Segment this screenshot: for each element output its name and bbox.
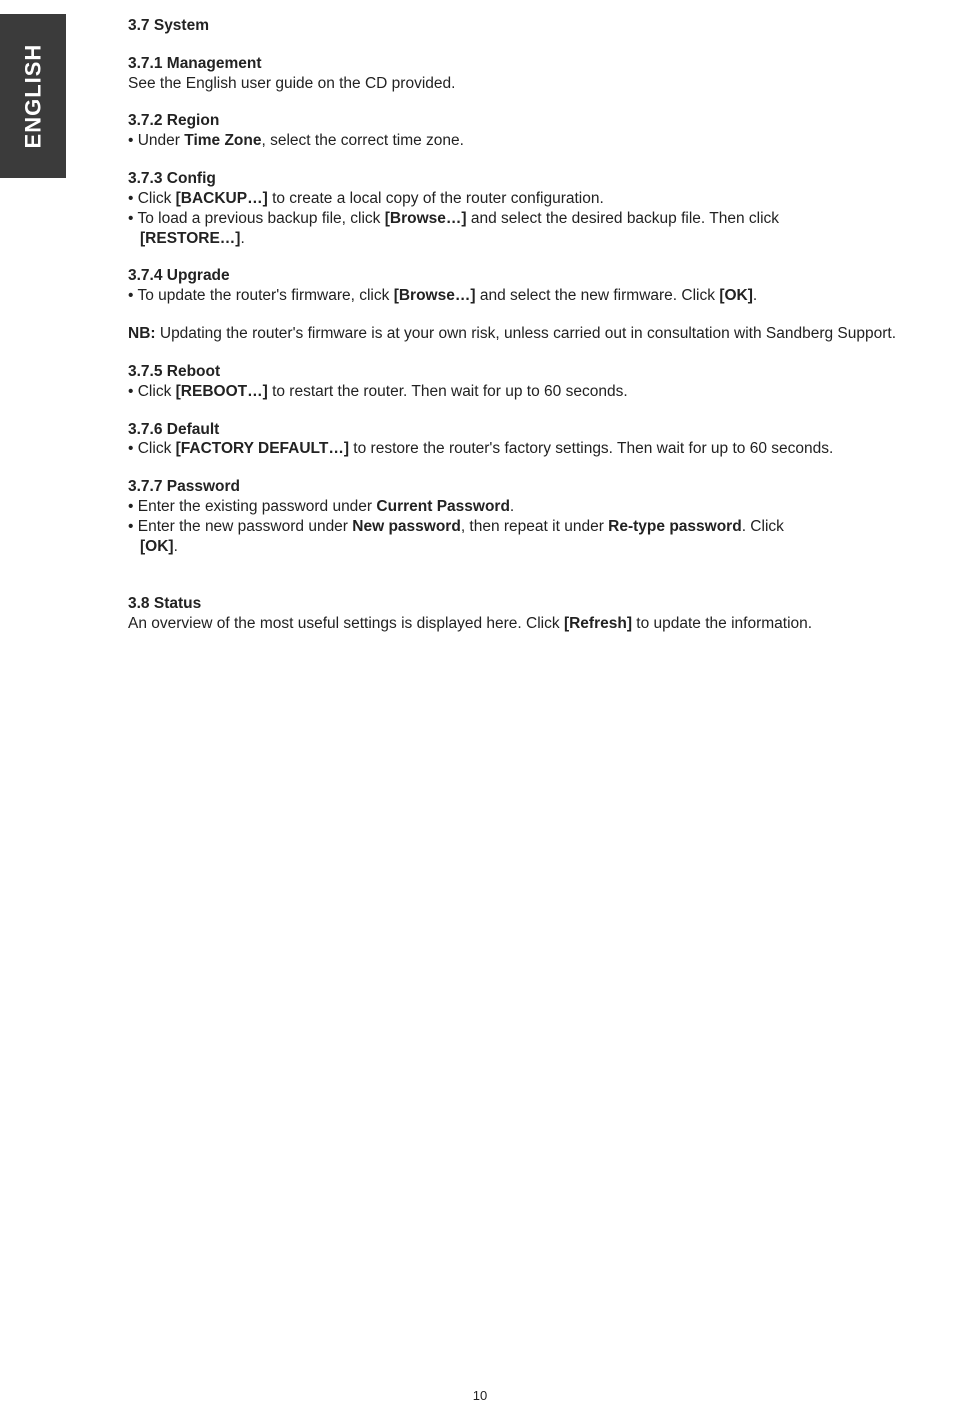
- text-fragment: .: [174, 538, 178, 555]
- text-fragment: • Under: [128, 132, 184, 149]
- text-fragment: and select the new firmware. Click: [476, 287, 720, 304]
- bold-text: [OK]: [140, 538, 174, 555]
- text-fragment: to restore the router's factory settings…: [349, 440, 833, 457]
- text-fragment: An overview of the most useful settings …: [128, 615, 564, 632]
- text-fragment: • To update the router's firmware, click: [128, 287, 394, 304]
- section-3-7-1: 3.7.1 Management See the English user gu…: [128, 54, 940, 94]
- bold-text: [FACTORY DEFAULT…]: [176, 440, 349, 457]
- nb-label: NB:: [128, 325, 156, 342]
- text-fragment: and select the desired backup file. Then…: [467, 210, 779, 227]
- section-3-7-4: 3.7.4 Upgrade • To update the router's f…: [128, 266, 940, 306]
- section-3-8: 3.8 Status An overview of the most usefu…: [128, 594, 940, 634]
- page-number: 10: [0, 1388, 960, 1405]
- section-3-7-3-title: 3.7.3 Config: [128, 169, 940, 189]
- page-content: 3.7 System 3.7.1 Management See the Engl…: [128, 16, 940, 652]
- bold-text: Re-type password: [608, 518, 742, 535]
- bullet-body: • To load a previous backup file, click …: [128, 209, 940, 249]
- bold-text: [Refresh]: [564, 615, 632, 632]
- section-3-7-3-line1: • Click [BACKUP…] to create a local copy…: [128, 189, 940, 209]
- section-3-8-title: 3.8 Status: [128, 594, 940, 614]
- text-fragment: , select the correct time zone.: [262, 132, 464, 149]
- bold-text: [BACKUP…]: [176, 190, 268, 207]
- language-tab-label: ENGLISH: [19, 44, 47, 149]
- section-3-7-heading: 3.7 System: [128, 16, 940, 36]
- section-3-7-6-line: • Click [FACTORY DEFAULT…] to restore th…: [128, 439, 940, 459]
- bold-text: [Browse…]: [394, 287, 476, 304]
- text-fragment: to update the information.: [632, 615, 812, 632]
- text-fragment: to create a local copy of the router con…: [268, 190, 604, 207]
- text-fragment: • To load a previous backup file, click: [128, 210, 385, 227]
- section-3-7-7-line2: • Enter the new password under New passw…: [128, 517, 940, 557]
- section-3-7-6-title: 3.7.6 Default: [128, 420, 940, 440]
- text-fragment: . Click: [742, 518, 784, 535]
- section-3-7-2: 3.7.2 Region • Under Time Zone, select t…: [128, 111, 940, 151]
- section-3-7-7: 3.7.7 Password • Enter the existing pass…: [128, 477, 940, 556]
- bold-text: New password: [352, 518, 461, 535]
- section-3-7-4-title: 3.7.4 Upgrade: [128, 266, 940, 286]
- text-fragment: , then repeat it under: [461, 518, 608, 535]
- language-tab: ENGLISH: [0, 14, 66, 178]
- bold-text: Time Zone: [184, 132, 261, 149]
- section-3-8-body: An overview of the most useful settings …: [128, 614, 940, 634]
- section-3-7-7-title: 3.7.7 Password: [128, 477, 940, 497]
- text-fragment: to restart the router. Then wait for up …: [268, 383, 628, 400]
- bold-text: [Browse…]: [385, 210, 467, 227]
- section-3-7-5-title: 3.7.5 Reboot: [128, 362, 940, 382]
- text-fragment: .: [240, 230, 244, 247]
- document-page: ENGLISH 3.7 System 3.7.1 Management See …: [0, 0, 960, 1423]
- text-fragment: • Click: [128, 383, 176, 400]
- nb-body: Updating the router's firmware is at you…: [156, 325, 896, 342]
- bold-text: [RESTORE…]: [140, 230, 240, 247]
- text-fragment: • Click: [128, 190, 176, 207]
- bold-text: [OK]: [719, 287, 753, 304]
- section-3-7-7-line1: • Enter the existing password under Curr…: [128, 497, 940, 517]
- section-3-7-3: 3.7.3 Config • Click [BACKUP…] to create…: [128, 169, 940, 248]
- section-3-7-5: 3.7.5 Reboot • Click [REBOOT…] to restar…: [128, 362, 940, 402]
- bold-text: Current Password: [376, 498, 510, 515]
- section-3-7-4-line1: • To update the router's firmware, click…: [128, 286, 940, 306]
- section-3-7-2-bullet: • Under Time Zone, select the correct ti…: [128, 131, 940, 151]
- section-3-7-6: 3.7.6 Default • Click [FACTORY DEFAULT…]…: [128, 420, 940, 460]
- section-3-7-1-body: See the English user guide on the CD pro…: [128, 74, 940, 94]
- bold-text: [REBOOT…]: [176, 383, 268, 400]
- hanging-line: [RESTORE…].: [128, 229, 940, 249]
- text-fragment: • Click: [128, 440, 176, 457]
- text-fragment: • Enter the new password under: [128, 518, 352, 535]
- section-3-7-2-title: 3.7.2 Region: [128, 111, 940, 131]
- text-fragment: .: [510, 498, 514, 515]
- text-fragment: .: [753, 287, 757, 304]
- text-fragment: • Enter the existing password under: [128, 498, 376, 515]
- nb-note: NB: Updating the router's firmware is at…: [128, 324, 940, 344]
- section-3-7-3-line2: • To load a previous backup file, click …: [128, 209, 940, 249]
- hanging-line: [OK].: [128, 537, 940, 557]
- section-3-7-5-line: • Click [REBOOT…] to restart the router.…: [128, 382, 940, 402]
- section-3-7-1-title: 3.7.1 Management: [128, 54, 940, 74]
